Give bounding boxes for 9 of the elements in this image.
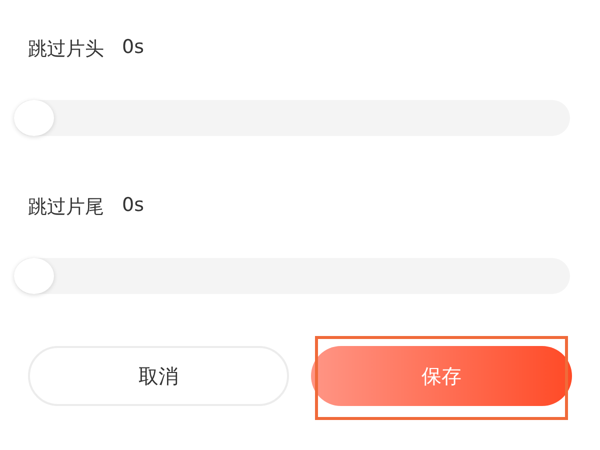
slider-thumb[interactable] xyxy=(14,258,54,294)
cancel-button[interactable]: 取消 xyxy=(28,346,289,406)
setting-value: 0s xyxy=(122,36,144,60)
slider-thumb[interactable] xyxy=(14,100,54,136)
slider-track[interactable] xyxy=(14,258,570,294)
setting-label: 跳过片尾 xyxy=(28,195,104,220)
setting-label: 跳过片头 xyxy=(28,37,104,62)
setting-value: 0s xyxy=(122,194,144,218)
slider-track[interactable] xyxy=(14,100,570,136)
